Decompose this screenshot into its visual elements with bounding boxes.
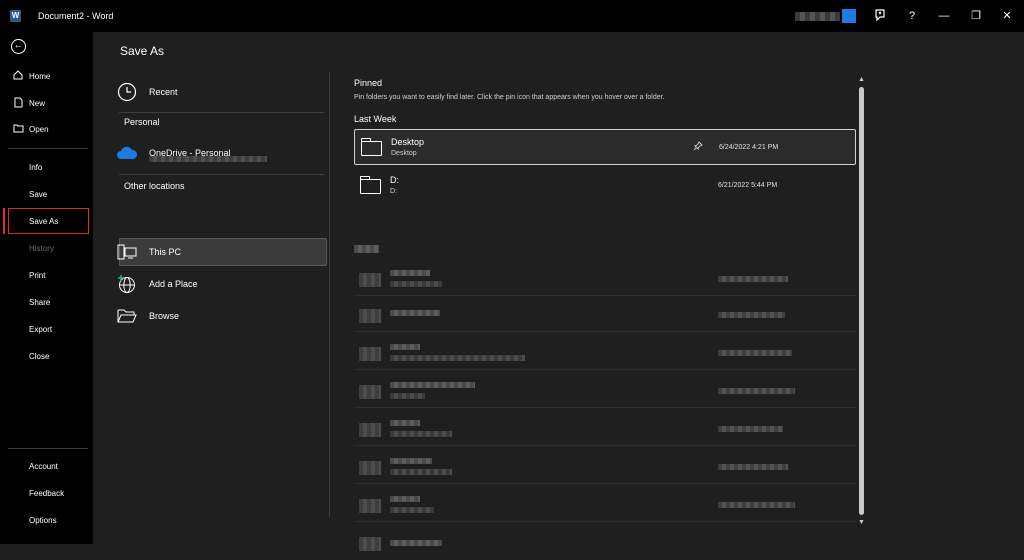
- close-button[interactable]: ✕: [999, 8, 1015, 24]
- cloud-icon: [116, 142, 138, 164]
- back-button[interactable]: ←: [11, 39, 26, 54]
- folder-icon: [359, 537, 381, 551]
- redacted-folder-row[interactable]: [354, 528, 856, 560]
- redacted-folder-row[interactable]: [354, 338, 856, 370]
- redacted-folder-row[interactable]: [354, 414, 856, 446]
- location-this-pc-label: This PC: [149, 247, 182, 257]
- nav-divider: [8, 448, 88, 449]
- help-icon[interactable]: ?: [904, 8, 920, 24]
- scroll-up-icon[interactable]: ▲: [858, 76, 865, 83]
- location-divider: [119, 174, 324, 175]
- redacted-folder-row[interactable]: [354, 264, 856, 296]
- location-add-place[interactable]: Add a Place: [116, 273, 198, 295]
- folder-icon: [359, 347, 381, 361]
- folder-icon: [359, 273, 381, 287]
- nav-print[interactable]: Print: [29, 271, 45, 280]
- section-other-locations: Other locations: [124, 181, 185, 191]
- nav-save-as[interactable]: Save As: [29, 217, 58, 226]
- redacted-folder-row[interactable]: [354, 490, 856, 522]
- location-add-place-label: Add a Place: [149, 279, 198, 289]
- folder-row-desktop[interactable]: Desktop Desktop 6/24/2022 4:21 PM: [354, 129, 856, 165]
- nav-history: History: [29, 244, 54, 253]
- computer-icon: [116, 241, 138, 263]
- save-as-pane: Save As Recent Personal OneDrive - Perso…: [93, 32, 1024, 551]
- scroll-thumb[interactable]: [859, 87, 864, 515]
- location-browse[interactable]: Browse: [116, 305, 179, 327]
- nav-share[interactable]: Share: [29, 298, 50, 307]
- folder-row-d-drive[interactable]: D: D: 6/21/2022 5:44 PM: [354, 168, 856, 204]
- folder-icon: [359, 423, 381, 437]
- open-folder-icon: [12, 124, 24, 135]
- section-last-week: Last Week: [354, 114, 397, 124]
- section-personal: Personal: [124, 117, 160, 127]
- folder-icon: [359, 499, 381, 513]
- folder-name: D:: [390, 175, 399, 185]
- clock-icon: [116, 81, 138, 103]
- home-icon: [12, 70, 24, 82]
- nav-open-label: Open: [29, 125, 49, 134]
- vertical-scrollbar[interactable]: ▲ ▼: [858, 76, 865, 528]
- location-this-pc[interactable]: This PC: [116, 241, 181, 263]
- title-bar: W Document2 - Word ? — ❐ ✕: [0, 0, 1024, 32]
- folder-path: Desktop: [391, 150, 417, 157]
- pin-icon[interactable]: [693, 141, 703, 153]
- nav-account[interactable]: Account: [29, 462, 58, 471]
- location-browse-label: Browse: [149, 311, 180, 321]
- folder-date: 6/24/2022 4:21 PM: [719, 144, 779, 151]
- new-document-icon: [12, 97, 24, 110]
- folder-icon: [360, 176, 381, 194]
- avatar[interactable]: [842, 9, 856, 23]
- scroll-down-icon[interactable]: ▼: [858, 519, 865, 526]
- backstage-nav: ← Home New Open Info Save Save As Histor…: [0, 32, 93, 544]
- folder-icon: [359, 385, 381, 399]
- redacted-section-header: [354, 245, 379, 253]
- section-pinned: Pinned: [354, 78, 383, 88]
- nav-new-label: New: [29, 99, 46, 108]
- nav-info[interactable]: Info: [29, 163, 42, 172]
- redacted-folder-row[interactable]: [354, 376, 856, 408]
- pinned-description: Pin folders you want to easily find late…: [354, 94, 665, 101]
- location-recent-label: Recent: [149, 87, 178, 97]
- open-folder-icon: [116, 305, 138, 327]
- user-name[interactable]: [795, 12, 840, 21]
- folder-icon: [361, 138, 382, 156]
- location-divider: [119, 112, 324, 113]
- restore-button[interactable]: ❐: [968, 8, 984, 24]
- page-title: Save As: [120, 44, 165, 58]
- nav-close[interactable]: Close: [29, 352, 49, 361]
- feedback-icon[interactable]: [872, 8, 888, 24]
- nav-home-label: Home: [29, 71, 51, 81]
- folder-name: Desktop: [391, 137, 425, 147]
- folder-date: 6/21/2022 5:44 PM: [718, 182, 778, 189]
- minimize-button[interactable]: —: [936, 8, 952, 24]
- folder-path: D:: [390, 188, 397, 195]
- folder-icon: [359, 309, 381, 323]
- nav-options[interactable]: Options: [29, 516, 57, 525]
- onedrive-account-email: [149, 156, 267, 162]
- nav-save[interactable]: Save: [29, 190, 47, 199]
- nav-new[interactable]: New: [12, 97, 45, 110]
- folder-icon: [359, 461, 381, 475]
- redacted-folder-row[interactable]: [354, 452, 856, 484]
- word-logo-icon: W: [10, 10, 21, 22]
- window-title: Document2 - Word: [38, 11, 114, 21]
- redacted-folder-row[interactable]: [354, 300, 856, 332]
- pane-divider: [329, 72, 330, 517]
- nav-feedback[interactable]: Feedback: [29, 489, 64, 498]
- globe-plus-icon: [116, 273, 138, 295]
- selection-indicator: [3, 208, 5, 234]
- nav-open[interactable]: Open: [12, 124, 49, 135]
- location-recent[interactable]: Recent: [116, 81, 178, 103]
- nav-home[interactable]: Home: [12, 70, 50, 82]
- nav-export[interactable]: Export: [29, 325, 52, 334]
- nav-divider: [8, 148, 88, 149]
